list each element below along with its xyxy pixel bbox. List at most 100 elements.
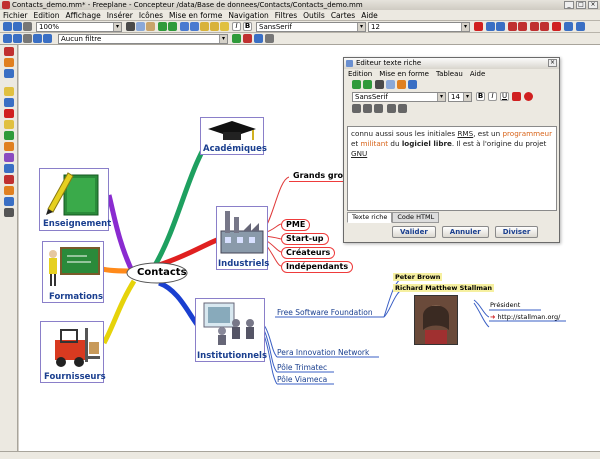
- menu-cartes[interactable]: Cartes: [331, 10, 355, 20]
- find-icon[interactable]: [210, 22, 219, 31]
- node-pera[interactable]: Pera Innovation Network: [277, 348, 369, 357]
- annuler-button[interactable]: Annuler: [441, 226, 489, 238]
- formations-node[interactable]: Formations: [42, 241, 104, 303]
- fold-icon[interactable]: [530, 22, 539, 31]
- cut-icon[interactable]: [375, 80, 384, 89]
- clock-icon[interactable]: [4, 153, 14, 162]
- zoom-out-icon[interactable]: [518, 22, 527, 31]
- dialog-menu-mise-en-forme[interactable]: Mise en forme: [379, 69, 429, 79]
- dialog-menu-tableau[interactable]: Tableau: [436, 69, 463, 79]
- save-icon[interactable]: [190, 22, 199, 31]
- dialog-size-select[interactable]: 14 ▾: [448, 92, 472, 102]
- rich-text-area[interactable]: connu aussi sous les initiales RMS, est …: [347, 126, 557, 211]
- stop-icon[interactable]: [552, 22, 561, 31]
- bullet-list-icon[interactable]: [387, 104, 396, 113]
- delete-icon[interactable]: [474, 22, 483, 31]
- dialog-close-button[interactable]: ×: [548, 59, 557, 67]
- reject-icon[interactable]: [243, 34, 252, 43]
- academiques-node[interactable]: Académiques: [200, 117, 267, 155]
- stop-sign-icon[interactable]: [4, 175, 14, 184]
- align-center-icon[interactable]: [363, 104, 372, 113]
- zoom-select[interactable]: 100% ▾: [36, 22, 122, 32]
- filter-options-icon[interactable]: [254, 34, 263, 43]
- menu-filtres[interactable]: Filtres: [275, 10, 297, 20]
- text-color-icon[interactable]: [512, 92, 521, 101]
- enseignement-node[interactable]: Enseignement: [39, 168, 111, 231]
- align-left-icon[interactable]: [352, 104, 361, 113]
- minimize-button[interactable]: _: [564, 1, 574, 9]
- key-icon[interactable]: [4, 164, 14, 173]
- warning-icon[interactable]: [4, 109, 14, 118]
- menu-edition[interactable]: Edition: [34, 10, 60, 20]
- find-icon[interactable]: [408, 80, 417, 89]
- idea-icon[interactable]: [220, 22, 229, 31]
- star-icon[interactable]: [4, 142, 14, 151]
- underline-icon[interactable]: U: [500, 92, 509, 101]
- redo-icon[interactable]: [168, 22, 177, 31]
- node-createurs[interactable]: Créateurs: [281, 247, 336, 259]
- menu-outils[interactable]: Outils: [303, 10, 325, 20]
- smiley-icon[interactable]: [4, 120, 14, 129]
- print-icon[interactable]: [200, 22, 209, 31]
- close-button[interactable]: ×: [588, 1, 598, 9]
- fournisseurs-node[interactable]: Fournisseurs: [40, 321, 106, 383]
- priority-icon[interactable]: [4, 47, 14, 56]
- tab-texte-riche[interactable]: Texte riche: [347, 212, 393, 223]
- node-pme[interactable]: PME: [281, 219, 311, 231]
- copy-icon[interactable]: [136, 22, 145, 31]
- node-stallman[interactable]: Richard Matthew Stallman: [393, 284, 495, 292]
- filter-select[interactable]: Aucun filtre ▾: [58, 34, 228, 44]
- menu-navigation[interactable]: Navigation: [228, 10, 268, 20]
- undo-icon[interactable]: [352, 80, 361, 89]
- filter-undo-icon[interactable]: [33, 34, 42, 43]
- bold-icon[interactable]: B: [243, 22, 252, 31]
- mail-icon[interactable]: [4, 197, 14, 206]
- bold-icon[interactable]: B: [476, 92, 485, 101]
- redo-icon[interactable]: [363, 80, 372, 89]
- node-viameca[interactable]: Pôle Viameca: [277, 375, 327, 384]
- industriels-node[interactable]: Industriels: [216, 206, 269, 270]
- clear-format-icon[interactable]: [524, 92, 533, 101]
- node-url[interactable]: ➜ http://stallman.org/: [490, 313, 560, 321]
- filter-redo-icon[interactable]: [43, 34, 52, 43]
- diviser-button[interactable]: Diviser: [494, 226, 539, 238]
- node-trimatec[interactable]: Pôle Trimatec: [277, 363, 327, 372]
- institutionnels-node[interactable]: Institutionnels: [195, 298, 267, 362]
- node-start-up[interactable]: Start-up: [281, 233, 329, 245]
- paste-icon[interactable]: [397, 80, 406, 89]
- toggle-icon[interactable]: [23, 22, 32, 31]
- menu-mise-en-forme[interactable]: Mise en forme: [169, 10, 222, 20]
- back-icon[interactable]: [3, 22, 12, 31]
- computer-icon[interactable]: [4, 208, 14, 217]
- menu-affichage[interactable]: Affichage: [65, 10, 100, 20]
- numbered-list-icon[interactable]: [398, 104, 407, 113]
- zoom-in-icon[interactable]: [508, 22, 517, 31]
- dialog-menu-edition[interactable]: Edition: [348, 69, 372, 79]
- forward-icon[interactable]: [13, 22, 22, 31]
- open-icon[interactable]: [180, 22, 189, 31]
- menu-fichier[interactable]: Fichier: [3, 10, 28, 20]
- filter-edit-icon[interactable]: [13, 34, 22, 43]
- font-family-select[interactable]: SansSerif ▾: [256, 22, 366, 32]
- arrow-right-icon[interactable]: [496, 22, 505, 31]
- cut-icon[interactable]: [126, 22, 135, 31]
- tab-code-html[interactable]: Code HTML: [392, 212, 440, 223]
- undo-icon[interactable]: [158, 22, 167, 31]
- flag-icon[interactable]: [4, 98, 14, 107]
- tools-icon[interactable]: [4, 186, 14, 195]
- down-icon[interactable]: [576, 22, 585, 31]
- node-peter-brown[interactable]: Peter Brown: [393, 273, 443, 281]
- info-icon[interactable]: [4, 69, 14, 78]
- arrow-left-icon[interactable]: [486, 22, 495, 31]
- menu-aide[interactable]: Aide: [361, 10, 378, 20]
- maximize-button[interactable]: □: [576, 1, 586, 9]
- paste-icon[interactable]: [146, 22, 155, 31]
- help-icon[interactable]: [4, 58, 14, 67]
- filter-apply-icon[interactable]: [23, 34, 32, 43]
- font-size-select[interactable]: 12 ▾: [368, 22, 470, 32]
- accept-icon[interactable]: [232, 34, 241, 43]
- check-icon[interactable]: [4, 131, 14, 140]
- align-right-icon[interactable]: [374, 104, 383, 113]
- bulb-icon[interactable]: [4, 87, 14, 96]
- root-node[interactable]: Contacts: [137, 267, 187, 278]
